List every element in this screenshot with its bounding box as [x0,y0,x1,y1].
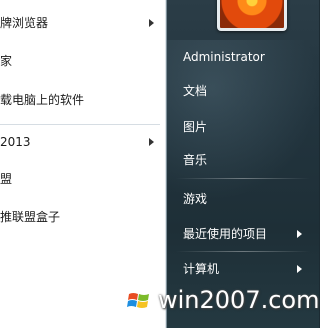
user-picture[interactable] [217,0,287,31]
chevron-right-icon [297,265,302,273]
program-item-label: 牌浏览器 [0,16,49,30]
chevron-right-icon [149,19,154,27]
program-item-browser[interactable]: 牌浏览器 [0,11,160,35]
recent-items-link[interactable]: 最近使用的项目 [183,224,267,244]
menu-divider [176,251,310,252]
documents-link[interactable]: 文档 [183,81,207,101]
watermark: win2007.com [120,278,319,328]
program-item-label: 盟 [0,172,13,186]
pictures-link[interactable]: 图片 [183,117,207,137]
program-item-home[interactable]: 家 [0,49,160,73]
music-link[interactable]: 音乐 [183,150,207,170]
program-item-league[interactable]: 盟 [0,167,160,191]
program-item-software-download[interactable]: 载电脑上的软件 [0,88,160,112]
program-item-2013[interactable]: 2013 [0,130,160,154]
watermark-text: win2007.com [158,286,320,314]
user-name-link[interactable]: Administrator [183,47,265,67]
games-link[interactable]: 游戏 [183,189,207,209]
chevron-right-icon [149,138,154,146]
program-item-label: 2013 [0,135,31,149]
program-item-league-box[interactable]: 推联盟盒子 [0,205,160,229]
chevron-right-icon [297,230,302,238]
menu-divider [176,178,310,179]
program-item-label: 载电脑上的软件 [0,93,85,107]
computer-link[interactable]: 计算机 [183,259,219,279]
program-item-label: 推联盟盒子 [0,210,61,224]
windows-logo-icon [121,283,157,319]
menu-divider [0,124,160,125]
program-item-label: 家 [0,54,13,68]
